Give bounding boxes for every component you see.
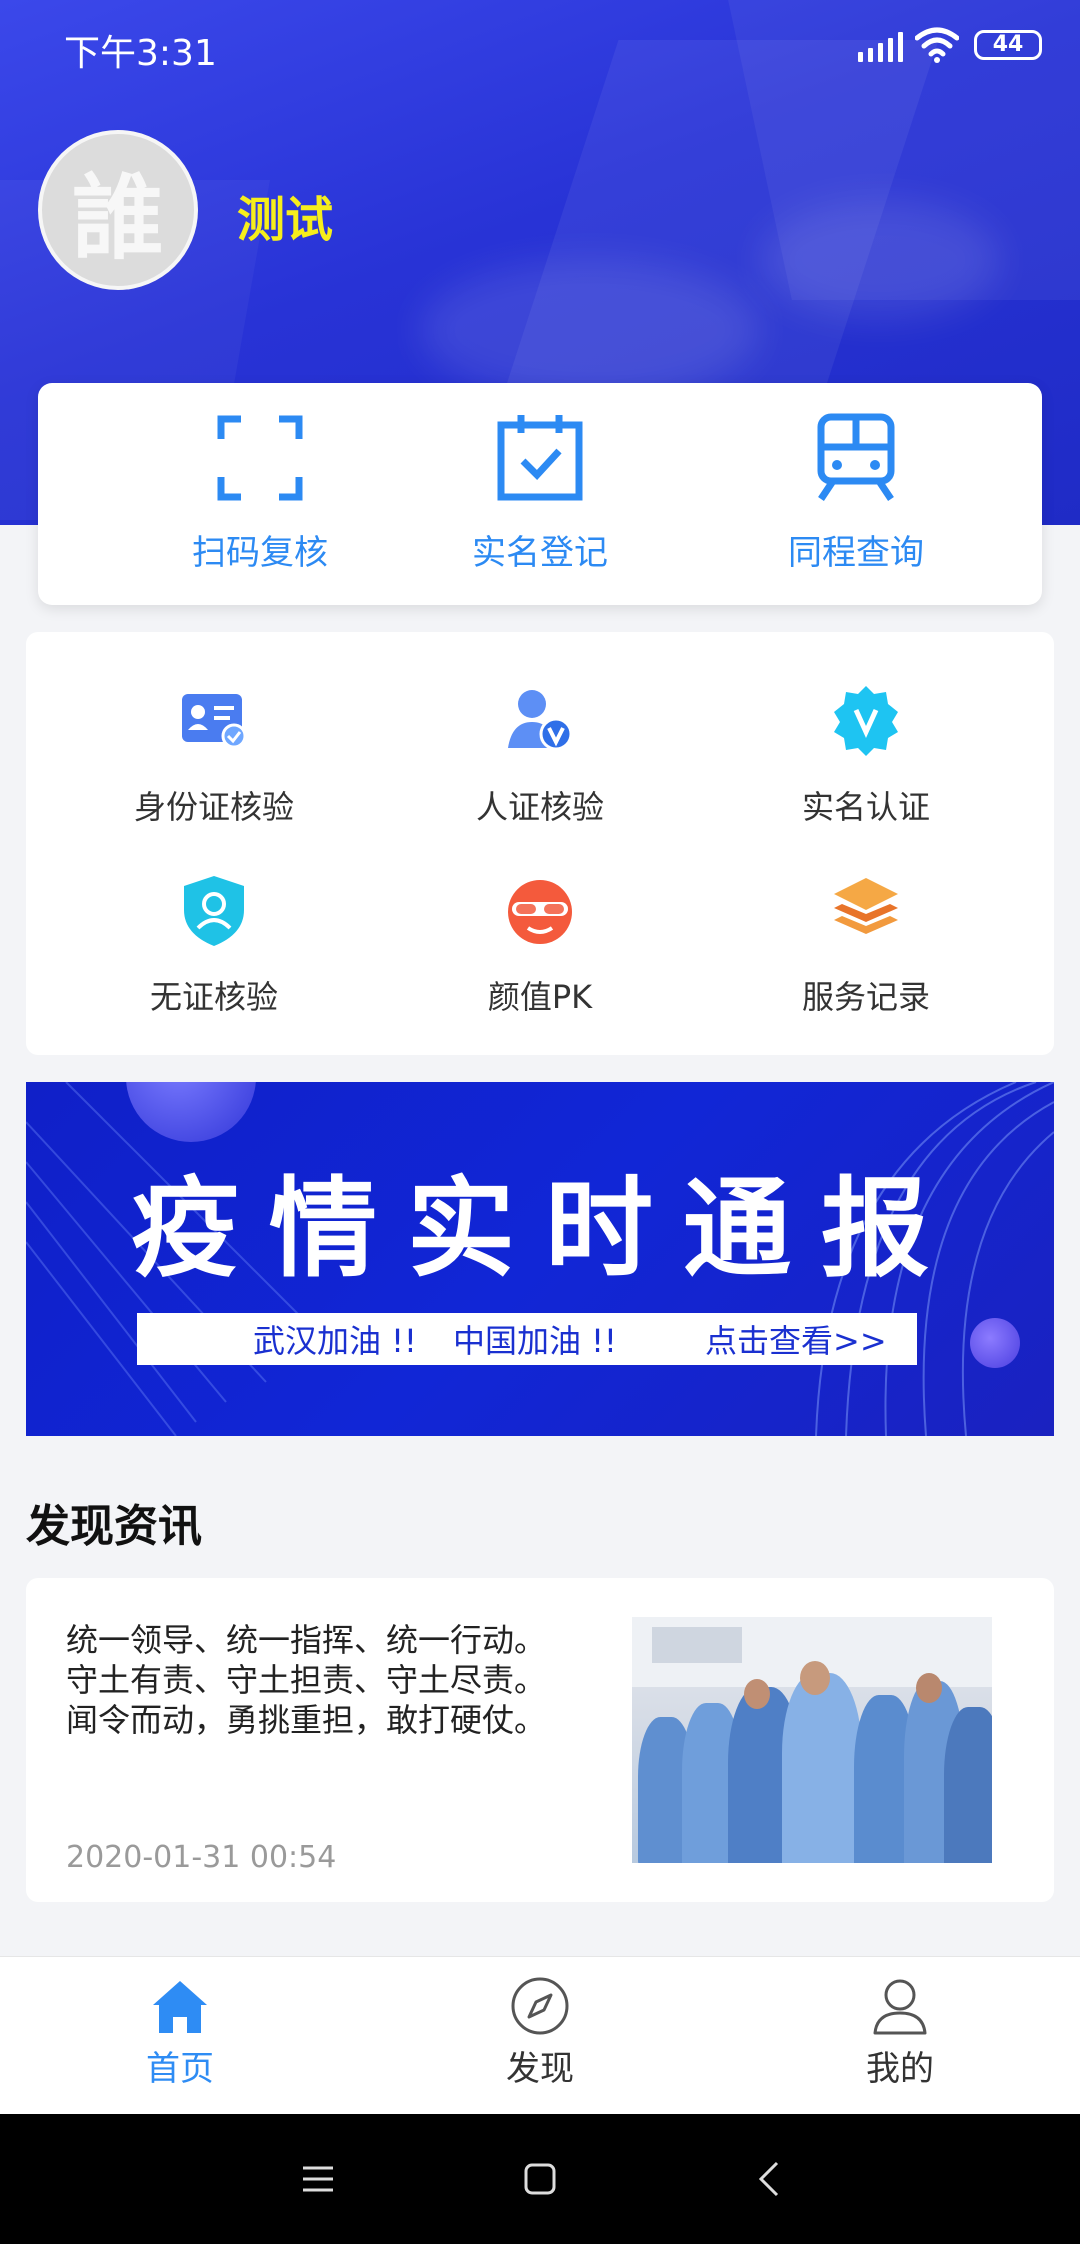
service-records-button[interactable]: 服务记录 [716,872,1016,1022]
realname-auth-label: 实名认证 [801,788,930,826]
banner-strip: 武汉加油 !! 中国加油 !! 点击查看>> [137,1313,917,1365]
banner-view-link[interactable]: 点击查看>> [705,1316,887,1362]
news-item-text: 统一领导、统一指挥、统一行动。 守土有责、守土担责、守土尽责。 闻令而动，勇挑重… [66,1621,547,1739]
menu-icon[interactable] [278,2114,358,2244]
calendar-check-icon [497,415,583,501]
tab-home-label: 首页 [146,2049,214,2089]
tab-discover-label: 发现 [506,2049,574,2089]
realname-auth-button[interactable]: 实名认证 [716,682,1016,832]
username: 测试 [237,192,334,248]
realname-register-button[interactable]: 实名登记 [410,413,670,583]
news-photo [632,1617,992,1863]
tab-discover[interactable]: 发现 [440,1975,640,2095]
no-id-verify-button[interactable]: 无证核验 [64,872,364,1022]
person-id-verify-label: 人证核验 [475,788,604,826]
person-id-verify-button[interactable]: 人证核验 [390,682,690,832]
scan-icon [217,415,303,501]
layers-icon [834,878,898,934]
back-icon[interactable] [728,2114,808,2244]
face-pk-label: 颜值PK [487,978,593,1016]
signal-icon [858,30,903,62]
tab-home[interactable]: 首页 [80,1975,280,2095]
avatar[interactable]: 誰 [38,130,198,290]
service-records-label: 服务记录 [801,978,930,1016]
bottom-tab-bar: 首页 发现 我的 [0,1956,1080,2114]
verified-badge-icon [834,686,898,756]
avatar-glyph: 誰 [71,163,164,272]
news-item[interactable]: 统一领导、统一指挥、统一行动。 守土有责、守土担责、守土尽责。 闻令而动，勇挑重… [26,1578,1054,1902]
tab-mine-label: 我的 [866,2049,934,2089]
news-section-title: 发现资讯 [26,1501,202,1552]
services-grid: 身份证核验 人证核验 实名认证 无证核验 颜值PK 服务记录 [26,632,1054,1055]
id-card-verify-label: 身份证核验 [133,788,294,826]
same-trip-query-label: 同程查询 [788,533,924,573]
banner-slogan-wuhan: 武汉加油 !! [253,1322,417,1360]
train-icon [817,413,895,501]
person-verify-icon [508,690,573,751]
same-trip-query-button[interactable]: 同程查询 [726,413,986,583]
id-card-verify-button[interactable]: 身份证核验 [64,682,364,832]
face-goggles-icon [508,880,572,944]
scan-recheck-label: 扫码复核 [192,533,328,573]
scan-recheck-button[interactable]: 扫码复核 [130,413,390,583]
quick-actions-card: 扫码复核 实名登记 同程查询 [38,383,1042,605]
wifi-icon [915,27,959,63]
id-card-icon [182,694,247,749]
home-nav-icon[interactable] [500,2114,580,2244]
tab-mine[interactable]: 我的 [800,1975,1000,2095]
realname-register-label: 实名登记 [472,533,608,573]
banner-slogan-china: 中国加油 !! [453,1322,617,1360]
banner-title: 疫情实时通报 [130,1167,959,1292]
home-icon [153,1981,207,2033]
shield-person-icon [184,876,244,946]
epidemic-banner[interactable]: 疫情实时通报 武汉加油 !! 中国加油 !! 点击查看>> [26,1082,1054,1436]
face-pk-button[interactable]: 颜值PK [390,872,690,1022]
system-nav-bar [0,2114,1080,2244]
compass-icon [511,1977,569,2035]
battery-icon: 44 [974,30,1042,60]
status-bar: 下午3:31 44 [0,0,1080,90]
user-icon [873,1979,927,2035]
news-item-date: 2020-01-31 00:54 [66,1840,337,1875]
status-time: 下午3:31 [64,33,217,74]
no-id-verify-label: 无证核验 [149,978,278,1016]
